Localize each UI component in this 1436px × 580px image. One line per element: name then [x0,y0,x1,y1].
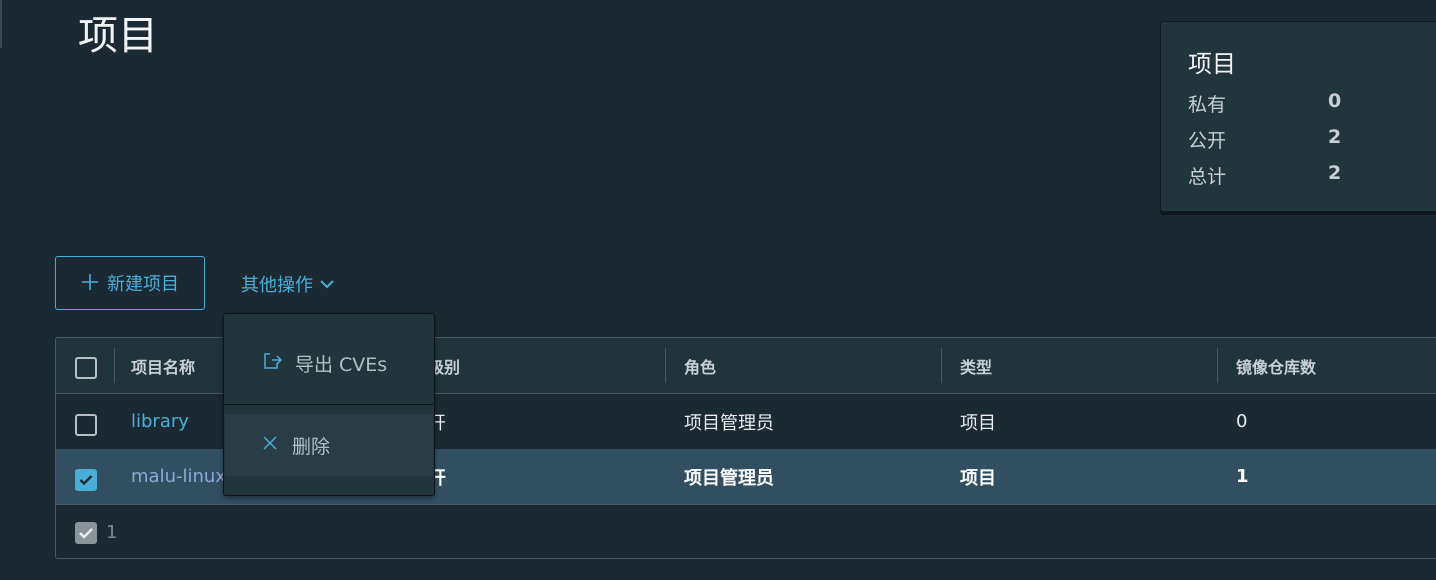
menu-item-label: 删除 [292,435,331,458]
close-icon [262,434,278,456]
select-all-checkbox[interactable] [75,357,97,379]
stat-total-label: 总计 [1188,166,1227,188]
project-name-link[interactable]: library [131,394,189,449]
stat-public: 公开 2 [1188,126,1341,153]
column-separator [665,348,666,383]
project-name-link[interactable]: malu-linux [131,449,226,504]
selected-count: 1 [106,522,118,543]
stat-private: 私有 0 [1188,90,1341,117]
column-header-role[interactable]: 角色 [684,338,716,393]
column-separator [114,348,115,383]
repo-count-cell: 0 [1236,411,1248,432]
page-title: 项目 [78,13,158,59]
row-checkbox-checked[interactable] [75,469,97,491]
menu-item-export-cves[interactable]: 导出 CVEs [225,336,433,391]
table-footer: 1 [56,505,1436,558]
other-actions-dropdown-toggle[interactable]: 其他操作 [241,271,335,297]
chevron-down-icon [319,274,335,295]
stat-total: 总计 2 [1188,162,1341,189]
column-header-repo-count[interactable]: 镜像仓库数 [1236,338,1316,393]
column-separator [1217,348,1218,383]
repo-count-cell: 1 [1236,466,1249,487]
project-summary-card: 项目 私有 0 公开 2 总计 2 [1160,21,1436,212]
plus-icon [81,273,99,293]
column-separator [941,348,942,383]
row-checkbox[interactable] [75,414,97,436]
stat-private-value: 0 [1328,90,1342,112]
stat-public-value: 2 [1328,126,1342,148]
type-cell: 项目 [960,467,996,489]
menu-divider [224,404,434,405]
check-icon [79,475,93,486]
menu-item-label: 导出 CVEs [295,354,388,376]
stat-private-label: 私有 [1188,94,1227,116]
column-header-name[interactable]: 项目名称 [131,338,195,393]
type-cell: 项目 [960,412,996,434]
new-project-button[interactable]: 新建项目 [55,256,205,310]
summary-card-title: 项目 [1188,50,1236,78]
left-edge-divider [0,0,2,48]
stat-public-label: 公开 [1188,130,1227,152]
other-actions-label: 其他操作 [241,275,313,296]
new-project-label: 新建项目 [107,274,179,295]
stat-total-value: 2 [1328,162,1342,184]
selection-count-icon [75,521,97,544]
menu-item-delete[interactable]: 删除 [225,414,433,476]
column-header-type[interactable]: 类型 [960,338,992,393]
export-icon [261,351,283,376]
other-actions-menu: 导出 CVEs 删除 [223,313,435,496]
role-cell: 项目管理员 [684,412,774,434]
role-cell: 项目管理员 [684,467,774,489]
